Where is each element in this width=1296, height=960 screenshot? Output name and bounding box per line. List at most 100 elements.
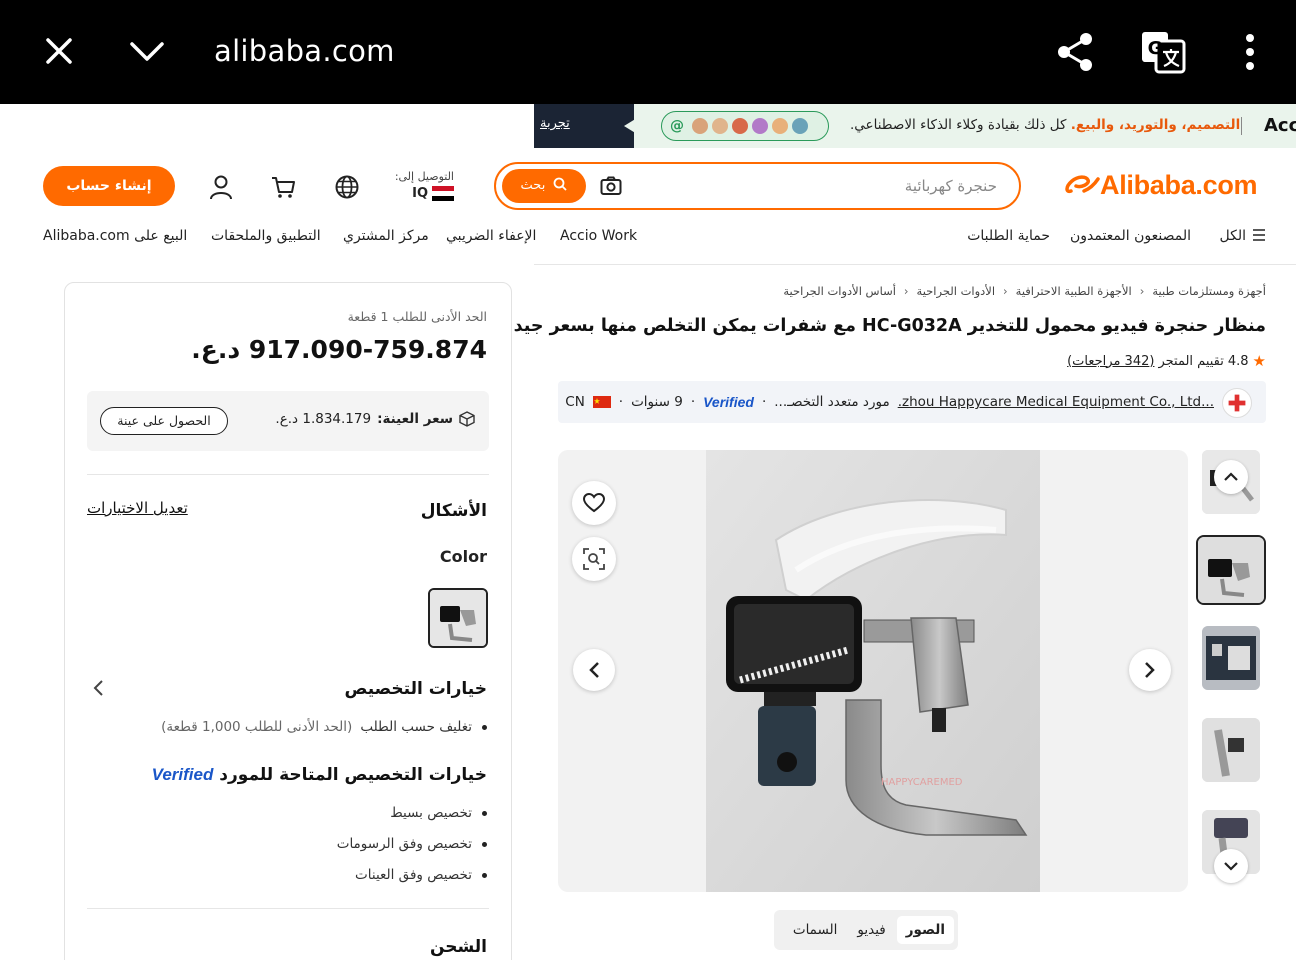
- nav-order-protection[interactable]: حماية الطلبات: [967, 228, 1050, 244]
- search-input[interactable]: حنجرة كهربائية: [905, 177, 997, 195]
- camera-search-icon[interactable]: [600, 176, 622, 196]
- promo-divider: [1241, 117, 1242, 135]
- menu-icon: [1253, 229, 1265, 241]
- purchase-panel: الحد الأدنى للطلب 1 قطعة 917.090-759.874…: [64, 282, 512, 960]
- separator-dot: ·: [690, 394, 696, 410]
- url-text[interactable]: alibaba.com: [214, 34, 395, 68]
- promo-accio-logo[interactable]: Acc: [1264, 115, 1296, 136]
- minimum-order: الحد الأدنى للطلب 1 قطعة: [347, 309, 487, 324]
- gallery-next-button[interactable]: [1129, 649, 1171, 691]
- verified-badge: Verified: [151, 765, 214, 784]
- nav-accio-work[interactable]: Accio Work: [560, 228, 637, 244]
- nav-divider: [534, 264, 1296, 265]
- list-item-label: تخصيص وفق الرسومات: [336, 836, 472, 852]
- nav-tax-exempt[interactable]: الإعفاء الضريبي: [446, 228, 536, 244]
- edit-options-link[interactable]: تعديل الاختيارات: [87, 499, 188, 517]
- customization-item: تغليف حسب الطلب (الحد الأدنى للطلب 1,000 …: [161, 719, 487, 735]
- avatar: [732, 118, 748, 134]
- supplier-logo-icon: [1222, 388, 1252, 418]
- list-item-label: تخصيص بسيط: [390, 805, 472, 821]
- thumbnail[interactable]: [1202, 626, 1260, 690]
- promo-left-link[interactable]: تجربة: [540, 116, 570, 131]
- thumbnail-selected[interactable]: [1196, 535, 1266, 605]
- chevron-left-icon: [589, 662, 599, 678]
- chevron-up-icon: [1224, 472, 1238, 481]
- deliver-label: التوصيل إلى:: [394, 170, 454, 183]
- breadcrumb-separator: ‹: [1003, 284, 1008, 298]
- at-icon: @: [670, 118, 684, 134]
- list-item: تخصيص وفق الرسومات: [337, 836, 487, 852]
- alibaba-logo-text: Alibaba.com: [1100, 170, 1258, 200]
- nav-all-label: الكل: [1219, 228, 1247, 244]
- breadcrumb-item[interactable]: أجهزة ومستلزمات طبية: [1152, 284, 1266, 298]
- tab-photos[interactable]: الصور: [896, 916, 954, 944]
- svg-text:G: G: [1148, 38, 1163, 59]
- product-gallery: HAPPYCAREMED: [558, 450, 1188, 892]
- nav-certified-manufacturers[interactable]: المصنعون المعتمدون: [1070, 228, 1191, 244]
- create-account-button[interactable]: إنشاء حساب: [43, 166, 175, 206]
- list-item-label: تخصيص وفق العينات: [355, 867, 472, 883]
- thumbnails-up-button[interactable]: [1214, 460, 1248, 494]
- nav-buyer-center[interactable]: مركز المشتري: [343, 228, 429, 244]
- verified-badge[interactable]: Verified: [703, 394, 754, 410]
- supplier-name-link[interactable]: ...zhou Happycare Medical Equipment Co.,…: [898, 394, 1214, 410]
- globe-icon[interactable]: [334, 174, 360, 200]
- breadcrumb-item[interactable]: الأجهزة الطبية الاحترافية: [1016, 284, 1132, 298]
- customization-item-label: تغليف حسب الطلب: [360, 719, 472, 735]
- color-option-swatch[interactable]: [428, 588, 488, 648]
- search-button-label: بحث: [520, 178, 546, 193]
- more-vert-icon[interactable]: [1238, 32, 1262, 72]
- avatar: [752, 118, 768, 134]
- bullet-dot: [482, 724, 487, 730]
- deliver-country: IQ: [388, 186, 454, 201]
- promo-text: التصميم، والتوريد، والبيع. كل ذلك بقيادة…: [850, 117, 1240, 133]
- tab-video[interactable]: فيديو: [848, 916, 894, 944]
- get-sample-button[interactable]: الحصول على عينة: [100, 407, 228, 435]
- favorite-button[interactable]: [572, 481, 616, 525]
- thumbnail[interactable]: [1202, 718, 1260, 782]
- chevron-left-icon[interactable]: [91, 679, 105, 697]
- breadcrumb-item[interactable]: أساس الأدوات الجراحية: [783, 284, 896, 298]
- visual-search-button[interactable]: [572, 537, 616, 581]
- list-item: تخصيص بسيط: [390, 805, 487, 821]
- chevron-right-icon: [1145, 662, 1155, 678]
- store-rating: ★ 4.8 تقييم المتجر (342 مراجعات): [1067, 352, 1266, 370]
- customization-title: خيارات التخصيص: [344, 679, 487, 699]
- alibaba-logo[interactable]: Alibaba.com: [1064, 170, 1258, 201]
- supplier-country: CN: [565, 394, 585, 410]
- gallery-prev-button[interactable]: [573, 649, 615, 691]
- tab-attributes[interactable]: السمات: [784, 916, 847, 944]
- chevron-down-icon[interactable]: [126, 32, 168, 70]
- translate-icon[interactable]: G: [1140, 30, 1186, 74]
- user-icon[interactable]: [208, 174, 234, 200]
- nav-app-extensions[interactable]: التطبيق والملحقات: [211, 228, 321, 244]
- nav-all[interactable]: الكل: [1220, 228, 1267, 244]
- rating-value: 4.8: [1227, 353, 1249, 369]
- nav-sell-on-alibaba[interactable]: البيع على Alibaba.com: [43, 228, 187, 244]
- search-bar[interactable]: بحث حنجرة كهربائية: [494, 162, 1021, 210]
- avatar: [792, 118, 808, 134]
- promo-left-panel: تجربة: [534, 104, 634, 148]
- heart-icon: [583, 493, 605, 513]
- deliver-to[interactable]: التوصيل إلى: IQ: [388, 170, 454, 206]
- reviews-link[interactable]: (342 مراجعات): [1067, 354, 1154, 369]
- cart-icon[interactable]: [270, 174, 296, 200]
- sample-price-label: سعر العينة:: [377, 411, 453, 427]
- avatar: [712, 118, 728, 134]
- breadcrumb-item[interactable]: الأدوات الجراحية: [917, 284, 996, 298]
- share-icon[interactable]: [1055, 30, 1095, 74]
- promo-highlight: التصميم، والتوريد، والبيع.: [1070, 117, 1241, 133]
- supplier-strip[interactable]: ...zhou Happycare Medical Equipment Co.,…: [558, 381, 1266, 423]
- thumbnail-strip: [1196, 450, 1266, 890]
- close-icon[interactable]: [40, 32, 78, 70]
- product-title: منظار حنجرة فيديو محمول للتخدير HC-G032A…: [513, 316, 1266, 336]
- thumbnails-down-button[interactable]: [1214, 849, 1248, 883]
- china-flag-icon: [592, 396, 611, 408]
- search-button[interactable]: بحث: [502, 169, 586, 203]
- star-icon: ★: [1252, 352, 1266, 370]
- supplier-info: ...zhou Happycare Medical Equipment Co.,…: [565, 394, 1214, 410]
- promo-banner[interactable]: تجربة @ التصميم، والتوريد، والبيع. كل ذل…: [534, 104, 1296, 148]
- image-watermark: HAPPYCAREMED: [881, 777, 963, 788]
- product-main-image[interactable]: HAPPYCAREMED: [706, 450, 1040, 892]
- divider: [87, 474, 489, 475]
